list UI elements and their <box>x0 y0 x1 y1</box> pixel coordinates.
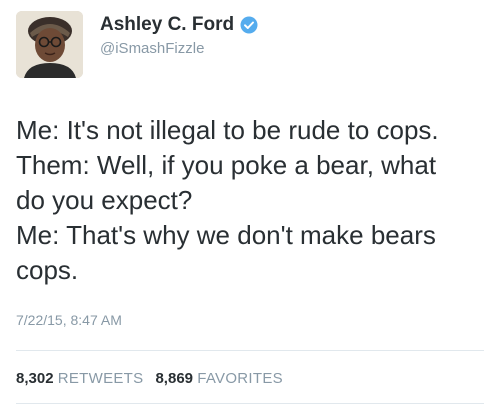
user-name-row: Ashley C. Ford <box>100 14 258 36</box>
tweet-text: Me: It's not illegal to be rude to cops.… <box>16 113 486 288</box>
verified-badge-icon <box>240 16 258 34</box>
favorites-count: 8,869 <box>155 370 194 387</box>
retweets-count: 8,302 <box>16 370 54 387</box>
divider <box>16 403 484 404</box>
tweet-line: Them: Well, if you poke a bear, what <box>16 150 437 180</box>
retweets-label: RETWEETS <box>57 370 144 387</box>
profile-avatar <box>16 11 83 78</box>
divider <box>16 350 484 351</box>
retweets-stat[interactable]: 8,302 RETWEETS <box>16 370 143 387</box>
tweet-line: Me: It's not illegal to be rude to cops. <box>16 115 439 145</box>
tweet-line: cops. <box>16 255 79 285</box>
tweet-stats: 8,302 RETWEETS 8,869 FAVORITES <box>16 370 283 387</box>
user-handle[interactable]: @iSmashFizzle <box>100 40 204 57</box>
tweet-card: Ashley C. Ford @iSmashFizzle Me: It's no… <box>0 0 500 414</box>
favorites-stat[interactable]: 8,869 FAVORITES <box>155 370 283 387</box>
avatar[interactable] <box>16 11 83 78</box>
display-name[interactable]: Ashley C. Ford <box>100 14 234 36</box>
tweet-line: Me: That's why we don't make bears <box>16 220 436 250</box>
tweet-timestamp[interactable]: 7/22/15, 8:47 AM <box>16 312 122 328</box>
favorites-label: FAVORITES <box>197 370 283 387</box>
tweet-line: do you expect? <box>16 185 193 215</box>
